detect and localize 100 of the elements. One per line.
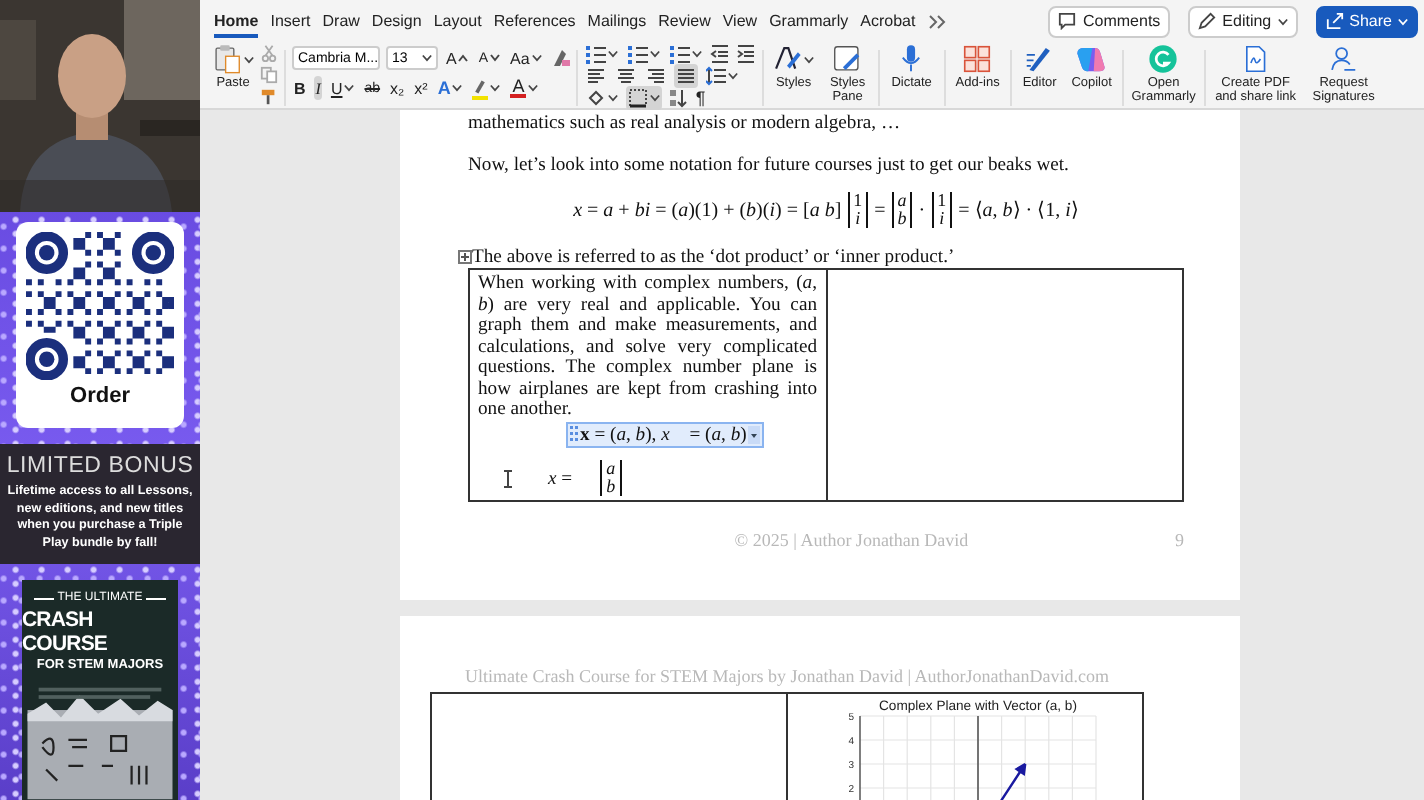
caret-icon [607,50,618,58]
order-label: Order [70,384,130,408]
grid-icon [962,44,993,74]
ribbon-tab[interactable]: Mailings [587,5,647,37]
align-button[interactable] [583,64,608,88]
body-text: mathematics such as real analysis or modern algebra, … [468,112,903,134]
editing-button[interactable]: Editing [1188,5,1298,37]
format-button[interactable]: x₂ [388,76,407,100]
sort-icon [667,88,688,108]
format-painter-icon [260,88,278,106]
person-icon [1328,44,1359,74]
list-icon [669,44,690,64]
up-caret-icon [458,54,469,62]
clipboard-icon [212,44,242,74]
caret-icon [490,84,501,92]
page-footer: © 2025 | Author Jonathan David [468,530,1175,550]
ribbon-tab[interactable]: Insert [270,5,311,37]
list-button[interactable] [625,42,662,66]
align-icon [645,66,666,86]
format-button[interactable]: B [292,76,308,100]
equation: x = a b [520,460,622,496]
show-marks-button[interactable]: ¶ [693,86,708,110]
plot-border [859,715,861,800]
cover-title: CRASH COURSE [22,608,110,657]
round-logo-icon [1148,44,1179,74]
dropdown-icon [748,425,761,443]
highlight-button[interactable] [470,76,503,100]
caret-icon [531,54,542,62]
change-case-button[interactable]: Aa [508,46,544,70]
pen-icon [1024,44,1055,74]
format-button[interactable]: x² [412,76,430,100]
ribbon-tab[interactable]: Layout [433,5,482,37]
caret-icon [649,94,660,102]
ribbon-tab[interactable]: Home [214,5,259,37]
clear-format-icon [549,48,570,68]
ribbon-tab[interactable]: References [493,5,576,37]
borders-button[interactable] [625,86,662,110]
font-color-button[interactable]: A [508,76,541,100]
scissors-icon [260,44,278,62]
share-button[interactable]: Share [1315,5,1418,37]
align-icon [675,66,696,86]
pen-icon [1198,12,1217,30]
list-icon [627,44,648,64]
ribbon-tab[interactable]: Draw [322,5,360,37]
align-icon [585,66,606,86]
caret-icon [452,84,463,92]
decrease-indent-icon [709,44,730,64]
equation-field[interactable]: x = (a, b), x⃗ = (a, b) [566,421,765,447]
caret-icon [422,54,432,62]
page-header: Ultimate Crash Course for STEM Majors by Jonathan David | AuthorJonathanDavid.com [462,666,1111,686]
list-button[interactable] [583,42,620,66]
caret-icon [528,84,539,92]
caret-icon [244,55,254,63]
align-button[interactable] [643,64,668,88]
caret-icon [607,94,618,102]
grow-font-button[interactable]: A [444,46,471,70]
ribbon-tab[interactable]: Review [658,5,711,37]
caret-icon [691,50,702,58]
align-icon [615,66,636,86]
body-text: Now, let’s look into some notation for future courses just to get our beaks wet. [468,154,1071,176]
caret-icon [1277,17,1288,25]
copy-icon [260,66,278,84]
caret-icon [1398,17,1408,25]
qr-code-icon [26,232,174,380]
highlighter-icon [472,77,489,95]
y-axis-line [977,715,979,800]
borders-icon [627,88,648,108]
body-text: The above is referred to as the ‘dot product’ or ‘inner product.’ [472,246,955,268]
shading-button[interactable] [583,86,620,110]
chevrons-icon [927,13,946,29]
align-button[interactable] [673,64,698,88]
share-icon [1325,12,1344,30]
table-handle-icon [458,250,472,264]
format-button[interactable]: I [313,76,323,100]
equation-text: x = (a, b), x⃗ = (a, b) [580,423,747,445]
comments-button[interactable]: Comments [1048,5,1171,37]
brush-icon [772,44,803,74]
ribbon-tab[interactable]: Acrobat [860,5,916,37]
ribbon-tab[interactable]: Design [371,5,422,37]
caret-icon [804,55,815,63]
caret-icon [727,72,738,80]
comment-icon [1058,12,1077,30]
text-effects-button[interactable]: A [435,76,465,100]
ribbon-tab[interactable]: Grammarly [769,5,849,37]
down-caret-icon [490,54,501,62]
pane-icon [832,44,863,74]
caret-icon [344,84,355,92]
increase-indent-icon [735,44,756,64]
promo-title: LIMITED BONUS [6,454,194,478]
list-button[interactable] [667,42,704,66]
cell-text: When working with complex numbers, (a, b) are very real and applicable. You can graph them and make measurements, and calculations, and solve very complicated questions. The complex number plane is how airplanes are kept from crashing into one another. [478,274,817,421]
format-button[interactable]: U [328,76,357,100]
document-icon [1240,44,1271,74]
line-spacing-icon [705,66,726,86]
align-button[interactable] [613,64,638,88]
ribbon-tab[interactable]: View [722,5,758,37]
page-number: 9 [1175,530,1184,550]
list-icon [585,44,606,64]
line-spacing-button[interactable] [703,64,740,88]
caret-icon [649,50,660,58]
